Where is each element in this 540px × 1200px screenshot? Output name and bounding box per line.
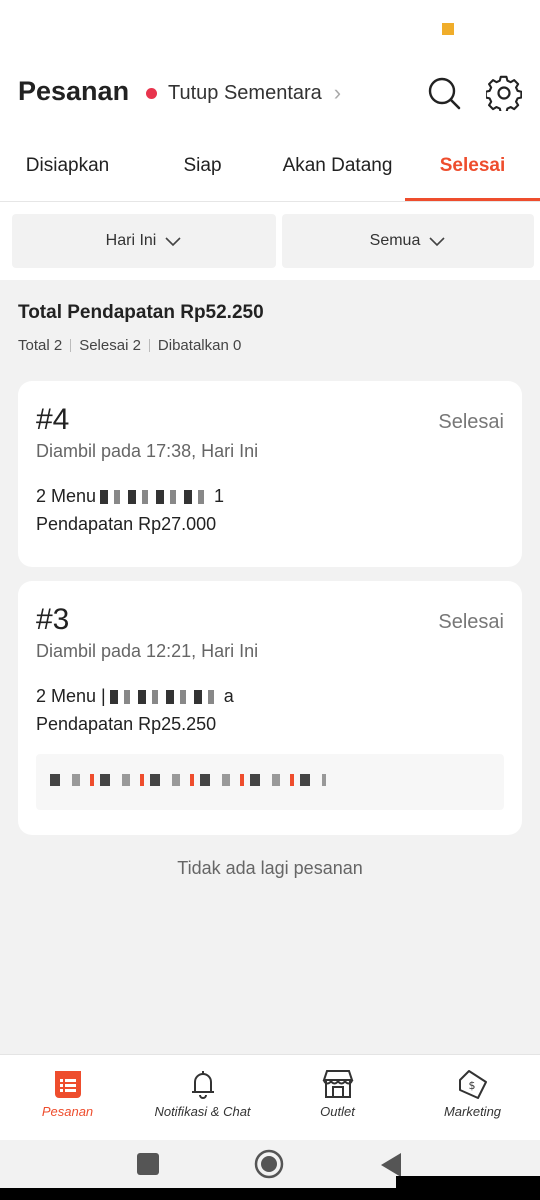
notification-indicator: [442, 23, 454, 35]
filter-bar: Hari Ini Semua: [0, 202, 540, 280]
nav-notifikasi[interactable]: Notifikasi & Chat: [135, 1055, 270, 1141]
status-bar: [0, 0, 540, 60]
status-dot: [146, 87, 157, 99]
svg-text:$: $: [468, 1079, 475, 1092]
redacted-text: [100, 489, 211, 504]
chevron-down-icon: [429, 237, 445, 247]
chevron-right-icon: ›: [333, 80, 342, 105]
nav-label: Notifikasi & Chat: [154, 1104, 251, 1119]
bell-icon: [191, 1071, 214, 1099]
divider: [148, 339, 150, 352]
menu-suffix: a: [223, 686, 234, 706]
home-icon[interactable]: [254, 1149, 284, 1179]
nav-pesanan[interactable]: Pesanan: [0, 1055, 135, 1141]
nav-outlet[interactable]: Outlet: [270, 1055, 405, 1141]
orders-icon: [54, 1071, 81, 1098]
order-number: #3: [36, 603, 70, 636]
type-filter-dropdown[interactable]: Semua: [282, 214, 534, 268]
menu-count: 2 Menu |: [36, 686, 106, 706]
income-summary: Total Pendapatan Rp52.250 Total 2 Selesa…: [18, 302, 522, 354]
order-tabs: Disiapkan Siap Akan Datang Selesai: [0, 130, 540, 202]
back-icon[interactable]: [380, 1152, 402, 1178]
pickup-time: Diambil pada 17:38, Hari Ini: [36, 441, 259, 461]
recent-apps-icon[interactable]: [136, 1152, 160, 1176]
divider: [70, 339, 72, 352]
screen-edge: [0, 1188, 540, 1200]
tab-disiapkan[interactable]: Disiapkan: [0, 130, 135, 202]
order-note: [36, 754, 504, 810]
order-status: Selesai: [438, 411, 504, 433]
tab-selesai[interactable]: Selesai: [405, 130, 540, 202]
nav-marketing[interactable]: $ Marketing: [405, 1055, 540, 1141]
stat-cancelled: Dibatalkan 0: [157, 337, 242, 354]
nav-label: Pesanan: [41, 1104, 94, 1119]
redacted-text: [109, 689, 220, 704]
store-status-label: Tutup Sementara: [168, 81, 322, 104]
header: Pesanan Tutup Sementara ›: [0, 60, 540, 130]
tag-icon: $: [458, 1070, 487, 1099]
chevron-down-icon: [165, 237, 181, 247]
tab-akan-datang[interactable]: Akan Datang: [270, 130, 405, 202]
order-card[interactable]: #3 Selesai Diambil pada 12:21, Hari Ini …: [18, 581, 522, 835]
empty-message: Tidak ada lagi pesanan: [177, 858, 363, 878]
order-number: #4: [36, 403, 70, 436]
search-icon: [428, 77, 461, 110]
page-title: Pesanan: [18, 76, 130, 106]
menu-summary: 2 Menu | a: [36, 686, 234, 707]
tab-siap[interactable]: Siap: [135, 130, 270, 202]
date-filter-dropdown[interactable]: Hari Ini: [12, 214, 276, 268]
stat-done: Selesai 2: [79, 337, 141, 354]
search-button[interactable]: [426, 75, 462, 111]
date-filter-label: Hari Ini: [105, 232, 157, 249]
order-card[interactable]: #4 Selesai Diambil pada 17:38, Hari Ini …: [18, 381, 522, 567]
active-tab-indicator: [405, 198, 540, 201]
bottom-navigation: Pesanan Notifikasi & Chat Outlet $ Marke…: [0, 1054, 540, 1140]
total-income: Total Pendapatan Rp52.250: [18, 302, 264, 323]
order-status: Selesai: [438, 611, 504, 633]
system-navigation-bar: [0, 1140, 540, 1200]
store-icon: [322, 1070, 353, 1098]
order-income: Pendapatan Rp27.000: [36, 514, 217, 534]
redacted-note: [50, 774, 326, 786]
order-stats: Total 2 Selesai 2 Dibatalkan 0: [18, 337, 522, 354]
type-filter-label: Semua: [369, 232, 421, 249]
stat-total: Total 2: [18, 337, 63, 354]
nav-label: Marketing: [443, 1104, 502, 1119]
menu-count: 2 Menu: [36, 486, 97, 506]
settings-button[interactable]: [484, 75, 523, 114]
menu-suffix: 1: [214, 486, 225, 506]
pickup-time: Diambil pada 12:21, Hari Ini: [36, 641, 259, 661]
order-income: Pendapatan Rp25.250: [36, 714, 217, 734]
menu-summary: 2 Menu 1: [36, 486, 224, 507]
gear-icon: [484, 75, 523, 114]
nav-label: Outlet: [320, 1104, 355, 1119]
store-status-button[interactable]: Tutup Sementara ›: [146, 80, 341, 106]
